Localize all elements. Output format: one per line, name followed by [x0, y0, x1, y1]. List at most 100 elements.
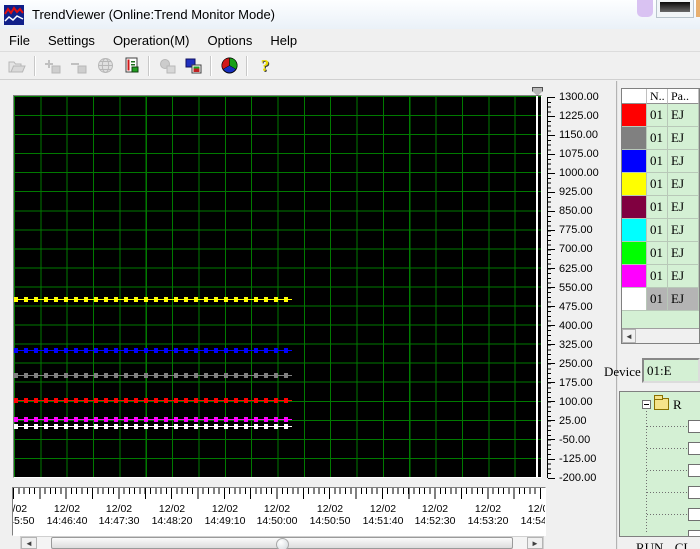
- device-field[interactable]: 01:E: [642, 358, 700, 383]
- background-window-fragment: [696, 0, 700, 17]
- tree-checkbox[interactable]: [688, 508, 700, 521]
- pie-chart-icon: [221, 57, 237, 74]
- legend-scroll-left-button[interactable]: ◄: [622, 329, 636, 343]
- y-axis-tick: 700.00: [548, 240, 608, 259]
- y-axis-tick: -125.00: [548, 449, 608, 468]
- tree-checkbox[interactable]: [688, 464, 700, 477]
- tree-connector: [647, 448, 688, 449]
- tree-node[interactable]: [620, 416, 700, 438]
- plot-area: [14, 96, 541, 477]
- report-output-button[interactable]: [119, 54, 143, 78]
- time-label: 12/02 14:47:30: [98, 503, 140, 527]
- tree-node[interactable]: [620, 438, 700, 460]
- pen-legend-table: N.. Pa.. 01 EJ 01 EJ 01 EJ 01 EJ 01 EJ 0…: [621, 88, 700, 344]
- panel-divider: [616, 81, 618, 549]
- legend-row[interactable]: 01 EJ: [622, 242, 699, 265]
- tree-root-node[interactable]: R: [620, 395, 700, 414]
- menu-file[interactable]: File: [0, 31, 39, 50]
- scrollbar-track[interactable]: [37, 537, 527, 549]
- tree-root-label: R: [673, 397, 682, 412]
- tree-checkbox[interactable]: [688, 420, 700, 433]
- menu-settings[interactable]: Settings: [39, 31, 104, 50]
- y-axis-tick: 1000.00: [548, 164, 608, 183]
- legend-header-no: N..: [647, 89, 668, 104]
- menu-options[interactable]: Options: [199, 31, 262, 50]
- legend-header-param: Pa..: [668, 89, 699, 104]
- y-axis-tick: 925.00: [548, 183, 608, 202]
- legend-row[interactable]: 01 EJ: [622, 173, 699, 196]
- pen-color-swatch: [622, 196, 647, 219]
- time-scrollbar[interactable]: ◄ ►: [20, 536, 544, 549]
- scrollbar-thumb[interactable]: [51, 537, 513, 549]
- time-label: 12/02 14:46:40: [46, 503, 88, 527]
- tree-connector: [647, 470, 688, 471]
- tree-node[interactable]: [620, 526, 700, 537]
- tree-checkbox[interactable]: [688, 442, 700, 455]
- time-label: 12/0214:45:50: [12, 503, 35, 527]
- device-label: Device: [604, 364, 641, 379]
- collapse-icon[interactable]: [642, 400, 651, 409]
- tree-node[interactable]: [620, 460, 700, 482]
- time-ruler-major-ticks: [13, 488, 545, 499]
- cursor-line[interactable]: [536, 96, 538, 477]
- pen-assign-button[interactable]: [155, 54, 179, 78]
- add-pen-button[interactable]: [41, 54, 65, 78]
- color-graph-button[interactable]: [217, 54, 241, 78]
- y-axis-tick: 1225.00: [548, 107, 608, 126]
- window-arrange-button[interactable]: [181, 54, 205, 78]
- remove-pen-button[interactable]: [67, 54, 91, 78]
- time-label: 12/02 14:51:40: [362, 503, 404, 527]
- legend-scrollbar-track[interactable]: [636, 329, 699, 343]
- trendviewer-window: TrendViewer (Online:Trend Monitor Mode) …: [0, 0, 700, 549]
- pen-color-swatch: [622, 288, 647, 311]
- legend-row[interactable]: 01 EJ: [622, 265, 699, 288]
- help-button[interactable]: ?: [253, 54, 277, 78]
- y-axis-tick: 175.00: [548, 373, 608, 392]
- window-title: TrendViewer (Online:Trend Monitor Mode): [32, 7, 276, 22]
- tree-connector: [647, 536, 688, 537]
- time-label: 12/02 14:52:30: [414, 503, 456, 527]
- tree-node[interactable]: [620, 482, 700, 504]
- open-trend-file-button[interactable]: [5, 54, 29, 78]
- trend-line: [14, 398, 292, 404]
- open-folder-icon: [8, 61, 26, 72]
- pen-color-swatch: [622, 219, 647, 242]
- network-button[interactable]: [93, 54, 117, 78]
- parameter-tree: R: [619, 391, 700, 537]
- legend-row[interactable]: 01 EJ: [622, 127, 699, 150]
- tree-node[interactable]: [620, 504, 700, 526]
- legend-row[interactable]: 01 EJ: [622, 219, 699, 242]
- scrollbar-grip[interactable]: [276, 538, 289, 549]
- scroll-left-button[interactable]: ◄: [21, 537, 37, 549]
- background-window-fragment: [637, 0, 653, 17]
- globe-icon: [97, 58, 113, 73]
- pen-color-swatch: [622, 242, 647, 265]
- time-label: 12/02 14:50:00: [256, 503, 298, 527]
- trend-line: [14, 347, 292, 353]
- y-axis-tick: 775.00: [548, 221, 608, 240]
- tree-checkbox[interactable]: [688, 530, 700, 536]
- tree-checkbox[interactable]: [688, 486, 700, 499]
- time-label: 12/02 14:50:50: [309, 503, 351, 527]
- menu-operation[interactable]: Operation(M): [104, 31, 199, 50]
- pen-color-swatch: [622, 265, 647, 288]
- y-axis-tick: 550.00: [548, 278, 608, 297]
- legend-row-selected[interactable]: 01 EJ: [622, 288, 699, 311]
- scroll-right-button[interactable]: ►: [527, 537, 543, 549]
- y-axis-tick: 100.00: [548, 392, 608, 411]
- trend-chart-frame: [13, 95, 542, 478]
- y-axis-tick: 25.00: [548, 411, 608, 430]
- tree-connector: [647, 492, 688, 493]
- tree-children: [620, 416, 700, 537]
- pen-color-swatch: [622, 127, 647, 150]
- legend-row[interactable]: 01 EJ: [622, 104, 699, 127]
- legend-row[interactable]: 01 EJ: [622, 150, 699, 173]
- pen-circle-icon: [159, 58, 175, 73]
- pen-color-swatch: [622, 173, 647, 196]
- legend-row[interactable]: 01 EJ: [622, 196, 699, 219]
- menu-help[interactable]: Help: [261, 31, 306, 50]
- y-axis-tick: 1150.00: [548, 126, 608, 145]
- legend-scrollbar[interactable]: ◄: [622, 328, 699, 343]
- minus-pen-icon: [71, 62, 87, 73]
- y-axis-tick: 1300.00: [548, 88, 608, 107]
